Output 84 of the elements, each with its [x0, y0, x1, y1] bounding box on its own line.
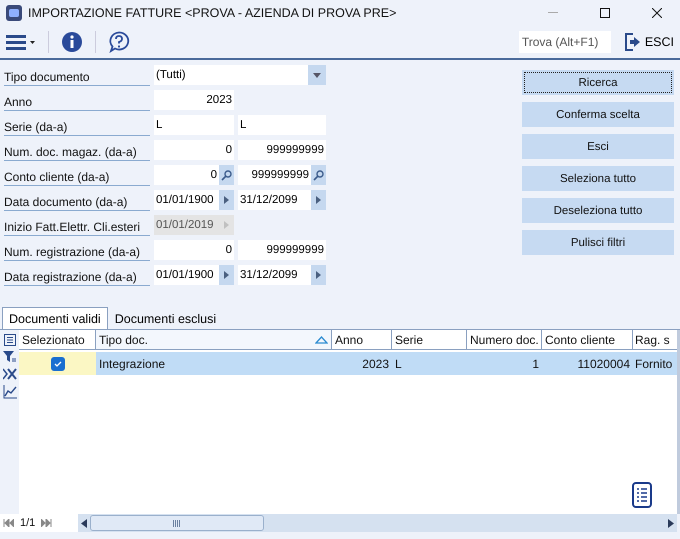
page-indicator: 1/1	[20, 517, 36, 529]
input-field[interactable]: L	[154, 115, 234, 135]
close-icon	[652, 8, 662, 18]
menu-icon[interactable]	[6, 34, 36, 50]
minimize-icon	[548, 12, 558, 13]
column-header[interactable]: Conto cliente	[542, 330, 633, 350]
input-field[interactable]: 01/01/1900	[154, 190, 219, 210]
input-field[interactable]: L	[238, 115, 326, 135]
column-header[interactable]: Tipo doc.	[96, 330, 332, 350]
column-header[interactable]: Rag. s	[633, 330, 677, 350]
list-icon[interactable]	[4, 334, 16, 346]
help-icon[interactable]	[108, 30, 130, 52]
action-button[interactable]: Deseleziona tutto	[522, 198, 674, 223]
maximize-icon	[600, 8, 610, 18]
field-label: Tipo documento	[4, 65, 150, 86]
last-page-icon[interactable]	[41, 519, 52, 527]
lookup-button[interactable]	[219, 165, 234, 185]
input-field[interactable]: 999999999	[238, 240, 326, 260]
field-label: Conto cliente (da-a)	[4, 165, 150, 186]
arrow-right-icon	[224, 196, 229, 204]
scroll-left-icon[interactable]	[81, 518, 87, 528]
arrow-right-icon	[224, 271, 229, 279]
lookup-button[interactable]	[311, 165, 326, 185]
dropdown-field[interactable]: (Tutti)	[154, 65, 308, 85]
table-cell: L	[392, 352, 467, 375]
date-button[interactable]	[311, 190, 326, 210]
exit-button[interactable]: ESCI	[622, 32, 674, 52]
input-field[interactable]: 0	[154, 140, 234, 160]
filter-icon[interactable]	[3, 351, 16, 363]
table-cell: Integrazione	[96, 352, 332, 375]
arrow-right-icon	[224, 221, 229, 229]
input-field[interactable]: 0	[154, 165, 219, 185]
field-label: Num. doc. magaz. (da-a)	[4, 140, 150, 161]
action-button[interactable]: Seleziona tutto	[522, 166, 674, 191]
field-label: Serie (da-a)	[4, 115, 150, 136]
checkbox[interactable]	[50, 356, 64, 370]
arrow-right-icon	[316, 271, 321, 279]
chart-icon[interactable]	[2, 385, 16, 399]
table-cell: Fornito	[633, 352, 677, 375]
column-header[interactable]: Numero doc.	[467, 330, 542, 350]
tab[interactable]: Documenti validi	[2, 307, 108, 329]
input-field[interactable]: 0	[154, 240, 234, 260]
exit-icon	[622, 32, 641, 52]
input-field[interactable]: 31/12/2099	[238, 190, 311, 210]
scroll-right-icon[interactable]	[668, 518, 674, 528]
grip-icon	[173, 520, 181, 526]
field-label: Num. registrazione (da-a)	[4, 240, 150, 261]
input-field[interactable]: 31/12/2099	[238, 265, 311, 285]
input-field[interactable]: 999999999	[238, 165, 311, 185]
clear-filter-icon[interactable]	[2, 368, 16, 380]
field-label: Inizio Fatt.Elettr. Cli.esteri	[4, 215, 150, 236]
window-title: IMPORTAZIONE FATTURE <PROVA - AZIENDA DI PROVA PRE>	[28, 6, 398, 20]
search-icon	[221, 170, 232, 180]
column-header[interactable]: Anno	[332, 330, 392, 350]
first-page-icon[interactable]	[3, 519, 14, 527]
search-icon	[313, 170, 324, 180]
date-button[interactable]	[219, 265, 234, 285]
input-field[interactable]: 01/01/1900	[154, 265, 219, 285]
app-logo-icon	[6, 4, 22, 20]
tab[interactable]: Documenti esclusi	[108, 307, 224, 329]
field-label: Anno	[4, 90, 150, 111]
table-cell: 2023	[332, 352, 392, 375]
action-button[interactable]: Esci	[522, 134, 674, 159]
sort-ascending-icon	[315, 336, 328, 344]
dropdown-button[interactable]	[308, 65, 326, 85]
column-header[interactable]: Serie	[392, 330, 467, 350]
field-label: Data registrazione (da-a)	[4, 265, 150, 286]
input-field[interactable]: 999999999	[238, 140, 326, 160]
list-icon[interactable]	[632, 482, 652, 508]
field-label: Data documento (da-a)	[4, 190, 150, 211]
date-button[interactable]	[219, 190, 234, 210]
caret-icon	[313, 72, 321, 78]
input-field[interactable]: 2023	[154, 90, 234, 110]
info-icon[interactable]	[61, 30, 83, 52]
search-field[interactable]: Trova (Alt+F1)	[518, 30, 611, 52]
action-button[interactable]: Pulisci filtri	[522, 230, 674, 255]
date-button[interactable]	[311, 265, 326, 285]
table-cell: 11020004	[542, 352, 633, 375]
checkmark-icon	[54, 360, 62, 366]
scrollbar-thumb[interactable]	[90, 515, 264, 531]
action-button[interactable]: Conferma scelta	[522, 102, 674, 127]
arrow-right-icon	[316, 196, 321, 204]
table-cell: 1	[467, 352, 542, 375]
action-button[interactable]: Ricerca	[522, 70, 674, 95]
